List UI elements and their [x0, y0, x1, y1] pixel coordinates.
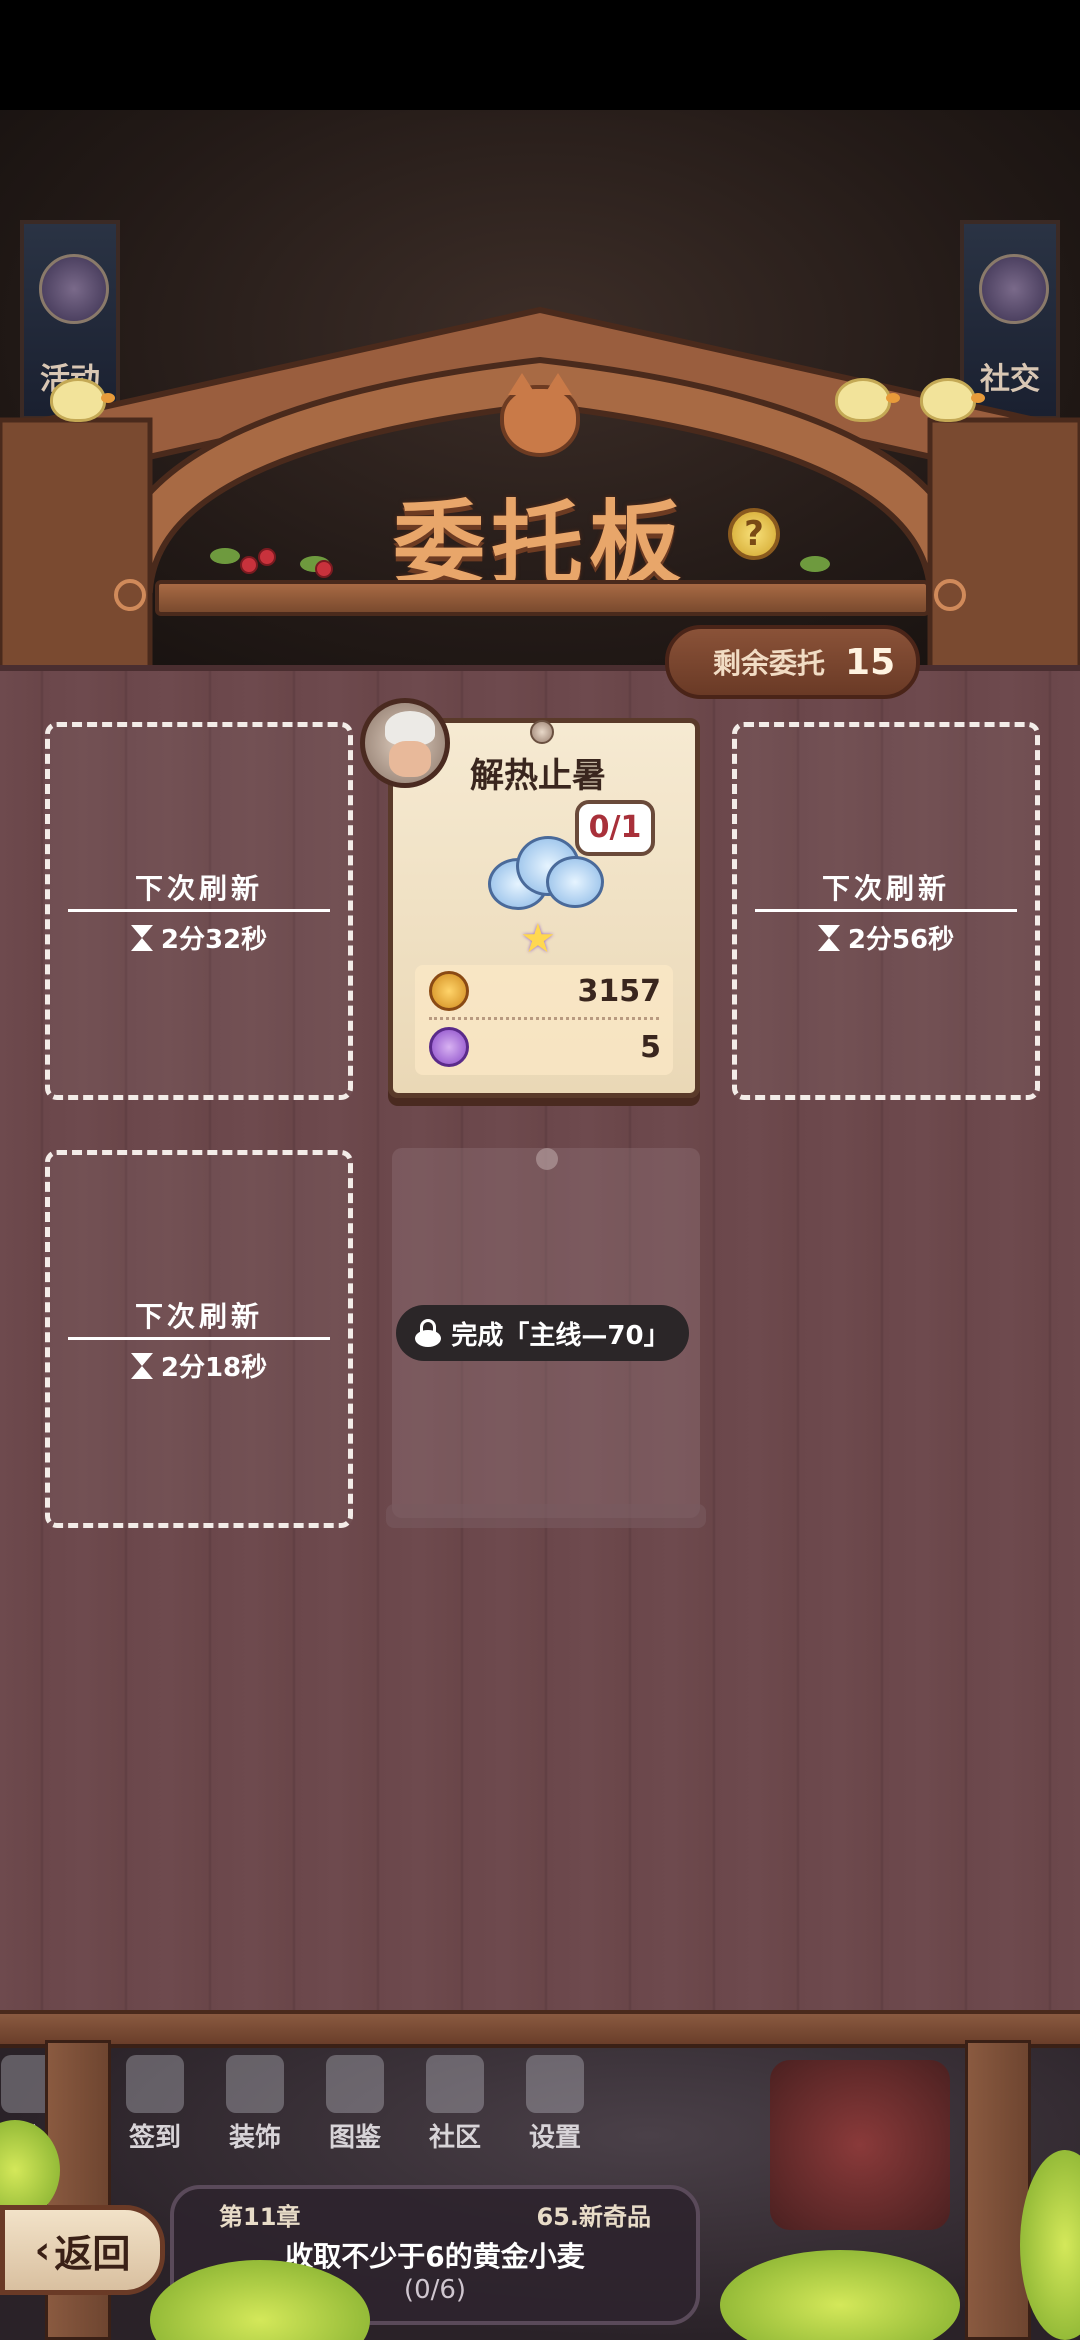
back-chevron-icon: ‹: [34, 2228, 51, 2272]
empty-slot-1: 下次刷新 2分32秒: [45, 722, 353, 1100]
status-bar-area: [0, 0, 1080, 110]
timer-value: 2分32秒: [160, 925, 268, 955]
next-refresh-label: 下次刷新: [134, 872, 263, 905]
pin-icon: [530, 720, 554, 744]
gem-icon: [429, 1027, 469, 1067]
nav-label: 社区: [428, 2123, 481, 2153]
book-icon: [326, 2055, 384, 2113]
nav-label: 签到: [128, 2123, 181, 2153]
divider: [755, 909, 1017, 912]
empty-slot-2: 下次刷新 2分56秒: [732, 722, 1040, 1100]
bird-decoration-icon: [835, 378, 900, 422]
produce-basket: [770, 2060, 950, 2230]
reward-value: 3157: [577, 973, 662, 1009]
nav-settings[interactable]: 设置: [515, 2055, 595, 2155]
unlock-requirement-text: 完成「主线—70」: [451, 1320, 670, 1351]
fence-post: [965, 2040, 1031, 2340]
bird-decoration-icon: [920, 378, 985, 422]
nav-decorate[interactable]: 装饰: [215, 2055, 295, 2155]
berry-decoration-icon: [258, 548, 276, 566]
help-icon[interactable]: ?: [728, 508, 780, 560]
divider: [68, 909, 330, 912]
npc-avatar: [360, 698, 450, 788]
berry-decoration-icon: [240, 556, 258, 574]
berry-decoration-icon: [315, 560, 333, 578]
fence-rail: [0, 2010, 1080, 2048]
timer-value: 2分56秒: [847, 925, 955, 955]
reward-row: 3157: [415, 965, 673, 1017]
bird-decoration-icon: [50, 378, 115, 422]
pin-icon: [536, 1148, 558, 1170]
nav-community[interactable]: 社区: [415, 2055, 495, 2155]
leaf-decoration-icon: [800, 556, 830, 572]
nav-collection[interactable]: 图鉴: [315, 2055, 395, 2155]
nav-label: 图鉴: [328, 2123, 381, 2153]
reward-row: 5: [415, 1021, 673, 1073]
nav-checkin[interactable]: 签到: [115, 2055, 195, 2155]
back-label: 返回: [54, 2231, 131, 2276]
quest-progress-bubble: 0/1: [575, 800, 655, 856]
back-button[interactable]: ‹ 返回: [0, 2205, 165, 2295]
next-refresh-label: 下次刷新: [821, 872, 950, 905]
gear-icon: [526, 2055, 584, 2113]
refresh-timer: 2分18秒: [50, 1347, 348, 1384]
next-refresh-label: 下次刷新: [134, 1300, 263, 1333]
hourglass-icon: [130, 924, 153, 951]
remaining-count: 15: [845, 641, 896, 683]
refresh-timer: 2分56秒: [737, 919, 1035, 956]
nav-label: 设置: [528, 2123, 581, 2153]
task-reward: 65.新奇品: [536, 2203, 651, 2231]
cat-emblem-icon: [500, 373, 580, 457]
remaining-commissions-badge: 剩余委托 15: [665, 625, 920, 699]
leaf-decoration-icon: [210, 548, 240, 564]
empty-slot-3: 下次刷新 2分18秒: [45, 1150, 353, 1528]
quest-title: 解热止暑: [470, 756, 606, 796]
unlock-requirement: 完成「主线—70」: [396, 1305, 689, 1361]
refresh-timer: 2分32秒: [50, 919, 348, 956]
rewards-panel: 3157 5: [415, 965, 673, 1075]
checkin-icon: [126, 2055, 184, 2113]
reward-value: 5: [640, 1029, 661, 1065]
star-icon: ★: [520, 916, 556, 962]
task-chapter: 第11章: [219, 2203, 301, 2231]
coin-icon: [429, 971, 469, 1011]
timer-value: 2分18秒: [160, 1353, 268, 1383]
hourglass-icon: [130, 1352, 153, 1379]
title-shelf: [155, 580, 930, 616]
lock-icon: [415, 1319, 442, 1347]
remaining-label: 剩余委托: [713, 647, 826, 680]
nav-label: 装饰: [228, 2123, 281, 2153]
divider: [68, 1337, 330, 1340]
hourglass-icon: [817, 924, 840, 951]
home-icon: [426, 2055, 484, 2113]
divider: [429, 1017, 659, 1020]
decorate-icon: [226, 2055, 284, 2113]
